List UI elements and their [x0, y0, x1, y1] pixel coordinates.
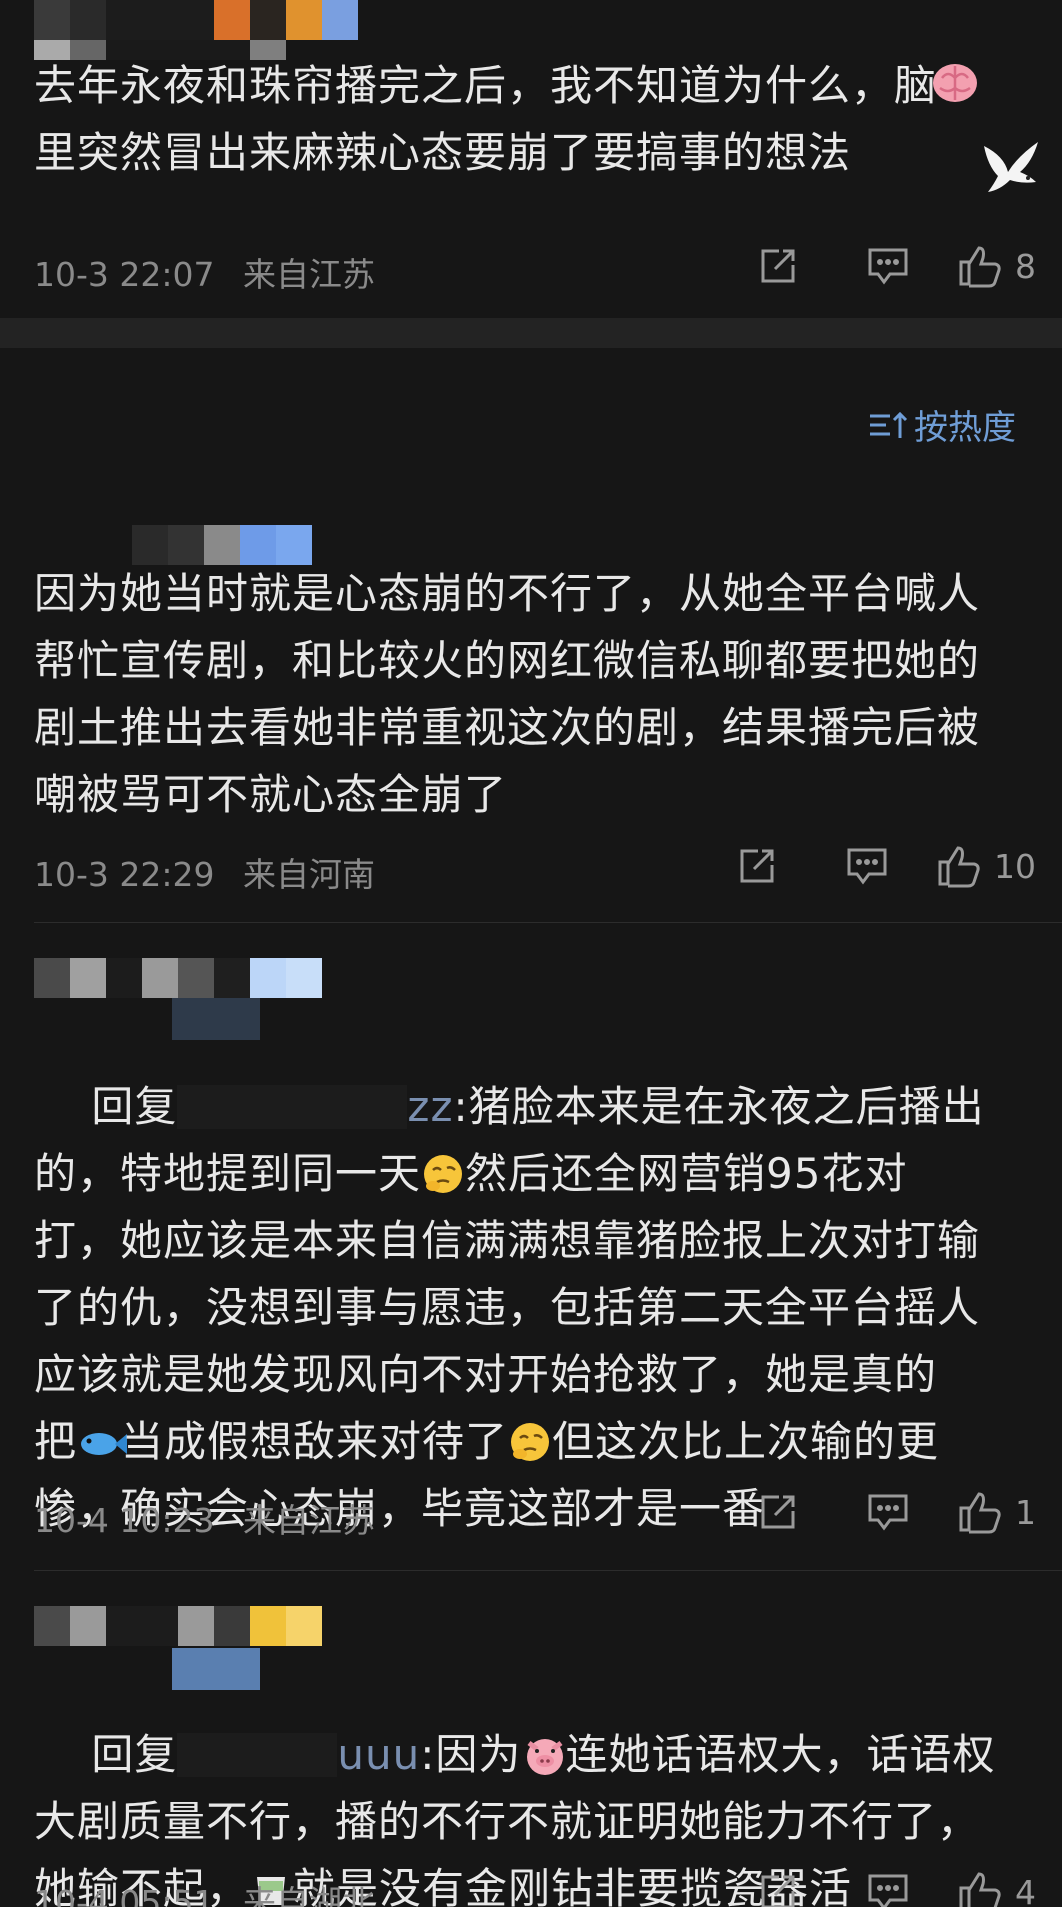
sort-toggle[interactable]: 按热度	[868, 400, 1016, 449]
thinking-face-icon	[421, 1148, 465, 1193]
comment-icon	[868, 1494, 908, 1531]
reply-target-name-tail[interactable]: uuu	[337, 1730, 420, 1779]
location: 来自江苏	[243, 1501, 375, 1540]
share-icon	[740, 849, 774, 883]
dove-icon	[980, 132, 1048, 194]
comment-actions: 1	[723, 1482, 1036, 1542]
comment-actions: 10	[702, 836, 1036, 896]
username-blurred[interactable]	[34, 958, 322, 998]
share-button[interactable]	[723, 236, 833, 296]
comment-icon	[868, 1874, 908, 1907]
comment-text-part: 的，特地提到同一天	[34, 1149, 422, 1198]
timestamp: 10-3 22:07	[34, 255, 215, 294]
like-button[interactable]: 4	[957, 1870, 1036, 1907]
pig-face-icon	[521, 1729, 565, 1775]
comment-meta: 10-3 22:29 来自河南	[34, 848, 393, 896]
reply-prefix: 回复	[91, 1730, 178, 1779]
comment-thread: 去年永夜和珠帘播完之后，我不知道为什么，脑 里突然冒出来麻辣心态要崩了要搞事的想…	[0, 0, 1062, 1907]
section-divider	[0, 318, 1062, 348]
comment-actions: 8	[723, 236, 1036, 296]
share-icon	[761, 249, 795, 283]
reply-target-name-tail[interactable]: zz	[407, 1082, 453, 1131]
comment-text: 去年永夜和珠帘播完之后，我不知道为什么，脑 里突然冒出来麻辣心态要崩了要搞事的想…	[34, 61, 938, 177]
share-icon	[761, 1495, 795, 1529]
like-count: 8	[1015, 246, 1036, 286]
comment-icon	[847, 848, 887, 885]
thumbs-up-icon	[938, 846, 980, 888]
username-blurred[interactable]	[132, 525, 312, 565]
reply-button[interactable]	[833, 236, 943, 296]
username-blurred[interactable]	[34, 0, 358, 40]
reply-button[interactable]	[833, 1482, 943, 1542]
comment-meta: 10-3 22:07 来自江苏	[34, 248, 393, 296]
comment-text-part: 当成假想敌来对待了	[121, 1417, 509, 1466]
brain-icon	[930, 60, 980, 106]
share-icon	[761, 1875, 795, 1907]
like-button[interactable]: 10	[936, 844, 1036, 888]
like-count: 10	[994, 846, 1036, 886]
sort-icon	[870, 411, 908, 438]
fish-icon	[77, 1416, 128, 1460]
timestamp: 10-3 22:29	[34, 855, 215, 894]
divider	[34, 922, 1062, 923]
like-count: 1	[1015, 1492, 1036, 1532]
location: 来自江苏	[243, 255, 375, 294]
like-button[interactable]: 1	[957, 1490, 1036, 1534]
username-blurred[interactable]	[34, 1606, 322, 1646]
comment-icon	[868, 248, 908, 285]
thumbs-up-icon	[959, 1872, 1001, 1907]
share-button[interactable]	[702, 836, 812, 896]
share-button[interactable]	[723, 1862, 833, 1907]
divider	[34, 1570, 1062, 1571]
timestamp: 10-4 10:23	[34, 1501, 215, 1540]
comment-meta: 10-4 05:51 来自湖北	[34, 1876, 393, 1907]
thinking-face-icon	[508, 1416, 552, 1461]
thumbs-up-icon	[959, 246, 1001, 288]
location: 来自河南	[243, 855, 375, 894]
thumbs-up-icon	[959, 1492, 1001, 1534]
share-button[interactable]	[723, 1482, 833, 1542]
like-count: 4	[1015, 1872, 1036, 1907]
comment-text: 因为她当时就是心态崩的不行了，从她全平台喊人 帮忙宣传剧，和比较火的网红微信私聊…	[34, 569, 981, 819]
like-button[interactable]: 8	[957, 244, 1036, 288]
comment-text-part: :因为	[420, 1730, 522, 1779]
comment-actions: 4	[723, 1862, 1036, 1907]
comment-meta: 10-4 10:23 来自江苏	[34, 1494, 393, 1542]
reply-button[interactable]	[812, 836, 922, 896]
reply-target-name-blurred[interactable]	[177, 1085, 408, 1129]
comment-text-part: :猪脸本来是在永夜之后播出	[453, 1082, 985, 1131]
sort-label: 按热度	[914, 408, 1016, 448]
timestamp: 10-4 05:51	[34, 1883, 215, 1907]
reply-button[interactable]	[833, 1862, 943, 1907]
location: 来自湖北	[243, 1883, 375, 1907]
reply-target-name-blurred[interactable]	[177, 1733, 338, 1777]
reply-prefix: 回复	[91, 1082, 178, 1131]
